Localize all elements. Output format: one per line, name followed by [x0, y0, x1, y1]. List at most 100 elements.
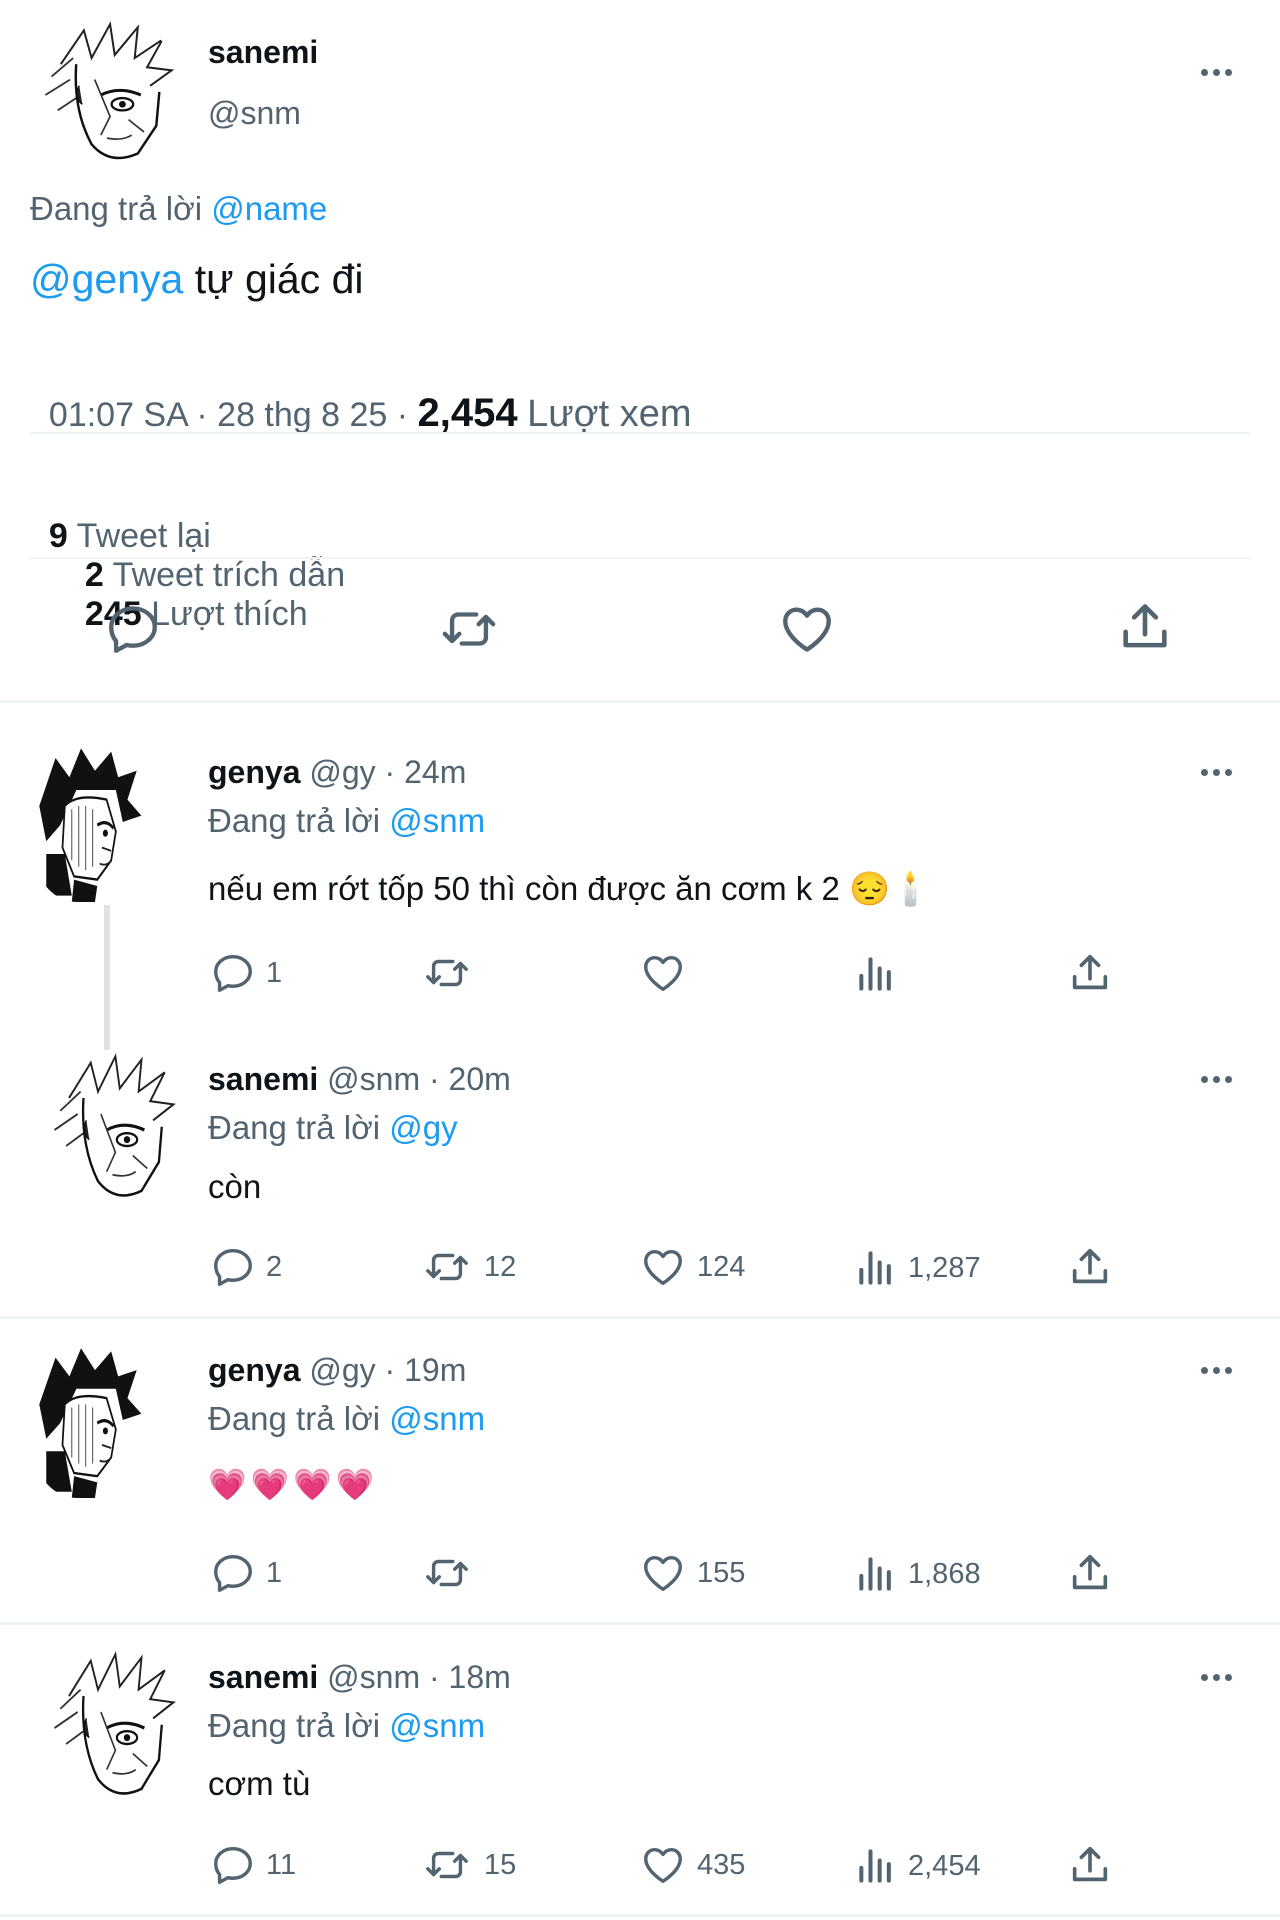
tweet-body: tự giác đi	[183, 256, 364, 302]
views-icon	[854, 1844, 898, 1888]
retweet-button[interactable]	[420, 950, 484, 996]
reply-header: genya @gy · 24m	[208, 754, 467, 790]
tweet-date[interactable]: 28 thg 8 25	[217, 396, 387, 434]
avatar[interactable]	[40, 1648, 185, 1808]
more-icon[interactable]	[1194, 50, 1238, 94]
views-icon	[854, 1552, 898, 1596]
reply-button[interactable]: 1	[210, 1550, 282, 1596]
handle[interactable]: @snm	[327, 1659, 420, 1695]
retweet-button[interactable]	[420, 1550, 484, 1596]
views-button[interactable]	[854, 952, 908, 996]
like-count: 435	[697, 1848, 746, 1881]
reply-count: 2	[266, 1250, 283, 1283]
tweet-text: @genya tự giác đi	[30, 256, 363, 303]
views-button[interactable]: 2,454	[854, 1844, 981, 1888]
replying-to-line: Đang trả lời @snm	[208, 1707, 486, 1744]
handle[interactable]: @gy	[309, 1352, 375, 1388]
like-count: 155	[697, 1556, 746, 1589]
like-count: 124	[697, 1250, 746, 1283]
share-button[interactable]	[1067, 1244, 1113, 1290]
like-button[interactable]: 155	[639, 1550, 745, 1596]
timestamp[interactable]: 19m	[404, 1352, 466, 1388]
retweet-icon	[420, 1550, 474, 1596]
views-count: 2,454	[417, 391, 518, 435]
share-icon	[1067, 1244, 1113, 1290]
like-button[interactable]: 435	[639, 1842, 745, 1888]
reply-button[interactable]	[104, 600, 162, 658]
views-button[interactable]: 1,868	[854, 1552, 981, 1596]
retweet-icon	[437, 600, 501, 658]
retweet-icon	[420, 1842, 474, 1888]
replying-to-link[interactable]: @gy	[389, 1109, 457, 1146]
avatar-image	[40, 1648, 185, 1808]
reply-count: 1	[266, 956, 283, 989]
reply-icon	[104, 600, 162, 658]
share-button[interactable]	[1067, 950, 1113, 996]
timestamp[interactable]: 24m	[404, 754, 466, 790]
avatar-image	[30, 742, 146, 902]
display-name[interactable]: sanemi	[208, 34, 318, 71]
reply-count: 1	[266, 1556, 283, 1589]
timestamp[interactable]: 20m	[449, 1061, 511, 1097]
views-button[interactable]: 1,287	[854, 1246, 981, 1290]
like-button[interactable]	[778, 600, 836, 658]
retweet-button[interactable]: 15	[420, 1842, 516, 1888]
more-icon[interactable]	[1194, 750, 1238, 794]
replying-to-link[interactable]: @snm	[389, 1707, 485, 1744]
timestamp[interactable]: 18m	[449, 1659, 511, 1695]
retweet-button[interactable]: 12	[420, 1244, 516, 1290]
like-button[interactable]	[639, 950, 697, 996]
tweet-body: còn	[208, 1168, 262, 1205]
handle[interactable]: @snm	[208, 95, 301, 132]
reply-button[interactable]: 2	[210, 1244, 282, 1290]
reply-button[interactable]: 11	[210, 1842, 296, 1888]
replying-to-line: Đang trả lời @gy	[208, 1109, 458, 1146]
display-name[interactable]: genya	[208, 1352, 300, 1388]
tweet-time[interactable]: 01:07 SA	[49, 396, 187, 434]
replying-prefix: Đang trả lời	[30, 190, 203, 227]
share-button[interactable]	[1067, 1842, 1113, 1888]
share-button[interactable]	[1116, 598, 1174, 656]
more-icon[interactable]	[1194, 1057, 1238, 1101]
replying-to-link[interactable]: @name	[211, 190, 327, 227]
reply-header: sanemi @snm · 20m	[208, 1061, 511, 1097]
avatar[interactable]	[30, 742, 146, 902]
reply-icon	[210, 950, 256, 996]
avatar-image	[30, 1342, 146, 1498]
stat-retweets[interactable]: 9 Tweet lại	[49, 517, 211, 555]
thread-line	[104, 905, 110, 1050]
avatar[interactable]	[30, 18, 184, 172]
heart-icon	[639, 1244, 687, 1290]
reply-icon	[210, 1842, 256, 1888]
tweet-stats: 9 Tweet lại 2 Tweet trích dẫn 245 Lượt t…	[30, 478, 345, 634]
retweet-button[interactable]	[437, 600, 501, 658]
avatar-image	[40, 1050, 185, 1210]
stat-quotes[interactable]: 2 Tweet trích dẫn	[85, 556, 345, 594]
views-icon	[854, 1246, 898, 1290]
like-button[interactable]: 124	[639, 1244, 745, 1290]
handle[interactable]: @snm	[327, 1061, 420, 1097]
avatar[interactable]	[30, 1342, 146, 1498]
display-name[interactable]: genya	[208, 754, 300, 790]
share-icon	[1067, 950, 1113, 996]
display-name[interactable]: sanemi	[208, 1659, 318, 1695]
heart-icon	[778, 600, 836, 658]
share-button[interactable]	[1067, 1550, 1113, 1596]
view-count: 2,454	[908, 1849, 981, 1882]
replying-to-link[interactable]: @snm	[389, 1400, 485, 1437]
handle[interactable]: @gy	[309, 754, 375, 790]
tweet-meta: 01:07 SA · 28 thg 8 25 · 2,454 Lượt xem	[48, 391, 692, 435]
mention-link[interactable]: @genya	[30, 256, 183, 302]
replying-to-link[interactable]: @snm	[389, 802, 485, 839]
more-icon[interactable]	[1194, 1348, 1238, 1392]
reply-count: 11	[266, 1848, 297, 1881]
divider	[0, 1316, 1280, 1319]
reply-icon	[210, 1550, 256, 1596]
more-icon[interactable]	[1194, 1655, 1238, 1699]
reply-button[interactable]: 1	[210, 950, 282, 996]
display-name[interactable]: sanemi	[208, 1061, 318, 1097]
divider	[0, 1914, 1280, 1917]
tweet-body: cơm tù	[208, 1765, 311, 1802]
retweet-icon	[420, 950, 474, 996]
avatar[interactable]	[40, 1050, 185, 1210]
